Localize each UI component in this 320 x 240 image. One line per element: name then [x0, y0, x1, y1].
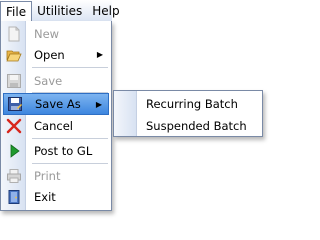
menu-separator [32, 163, 108, 164]
play-arrow-icon [4, 141, 24, 161]
menu-utilities[interactable]: Utilities [32, 0, 87, 21]
save-icon [4, 71, 24, 91]
menu-item-label: Cancel [34, 118, 73, 133]
menu-item-print[interactable]: Print [3, 165, 109, 186]
menu-item-cancel[interactable]: Cancel [3, 115, 109, 136]
new-document-icon [4, 24, 24, 44]
menu-item-exit[interactable]: Exit [3, 186, 109, 207]
menu-item-label: Save [34, 73, 63, 88]
menu-item-post-to-gl[interactable]: Post to GL [3, 140, 109, 161]
menu-item-label: Print [34, 168, 61, 183]
menu-item-label: Open [34, 47, 65, 62]
menu-item-label: New [34, 26, 60, 41]
file-menu-dropdown: New Open ▶ Save Save As ▶ Cancel Post to [0, 21, 112, 211]
menu-item-label: Save As [35, 97, 81, 111]
cancel-x-icon [4, 116, 24, 136]
menu-item-save-as[interactable]: Save As ▶ [3, 93, 109, 115]
menu-help[interactable]: Help [87, 0, 124, 21]
save-as-icon [5, 94, 25, 114]
submenu-item-label: Recurring Batch [146, 96, 238, 111]
menu-file[interactable]: File [0, 1, 33, 21]
menu-bar: File Utilities Help [0, 0, 120, 22]
menu-item-new[interactable]: New [3, 23, 109, 44]
submenu-arrow-icon: ▶ [96, 50, 103, 59]
menu-item-label: Exit [34, 189, 56, 204]
submenu-arrow-icon: ▶ [95, 99, 102, 109]
submenu-item-suspended-batch[interactable]: Suspended Batch [116, 115, 260, 136]
submenu-item-recurring-batch[interactable]: Recurring Batch [116, 93, 260, 114]
save-as-submenu: Recurring Batch Suspended Batch [113, 90, 263, 137]
exit-door-icon [4, 187, 24, 207]
open-folder-icon [4, 45, 24, 65]
menu-separator [32, 67, 108, 68]
menu-item-open[interactable]: Open ▶ [3, 44, 109, 65]
menu-item-save[interactable]: Save [3, 70, 109, 91]
menu-separator [32, 138, 108, 139]
printer-icon [4, 166, 24, 186]
submenu-item-label: Suspended Batch [146, 118, 247, 133]
menu-item-label: Post to GL [34, 143, 93, 158]
